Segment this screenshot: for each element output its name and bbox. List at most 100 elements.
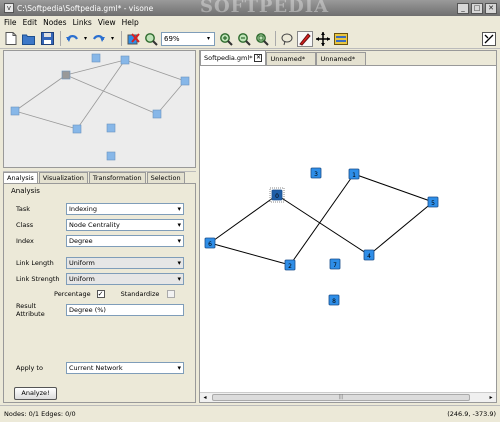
open-folder-icon[interactable] xyxy=(21,31,37,47)
tab-transformation[interactable]: Transformation xyxy=(88,172,146,183)
link-length-value: Uniform xyxy=(69,259,95,267)
close-icon[interactable]: ✕ xyxy=(254,54,263,62)
toolbar: ▾ ▾ 69% ▾ xyxy=(0,29,500,49)
status-coordinates: (246.9, -373.9) xyxy=(447,410,496,418)
scroll-left-icon[interactable]: ◂ xyxy=(200,393,210,402)
link-length-select[interactable]: Uniform ▾ xyxy=(66,257,184,269)
link-strength-select[interactable]: Uniform ▾ xyxy=(66,273,184,285)
node-label: 2 xyxy=(288,263,292,270)
graph-node-4[interactable]: 4 xyxy=(363,249,375,261)
edge xyxy=(276,194,370,256)
zoom-fit-icon[interactable] xyxy=(254,31,270,47)
class-select[interactable]: Node Centrality ▾ xyxy=(66,219,184,231)
chevron-down-icon: ▾ xyxy=(206,34,210,42)
link-strength-value: Uniform xyxy=(69,275,95,283)
graph-editor: Softpedia.gml* ✕ Unnamed* Unnamed* 0 1 2 xyxy=(199,50,497,403)
chevron-down-icon[interactable]: ▾ xyxy=(82,31,89,47)
layout-icon[interactable] xyxy=(481,31,497,47)
analysis-tabs: Analysis Visualization Transformation Se… xyxy=(3,172,186,184)
chevron-down-icon: ▾ xyxy=(177,237,181,245)
redo-icon[interactable] xyxy=(91,31,107,47)
doc-tab-unnamed[interactable]: Unnamed* xyxy=(266,52,317,65)
search-icon[interactable] xyxy=(143,31,159,47)
undo-icon[interactable] xyxy=(64,31,80,47)
pencil-icon[interactable] xyxy=(297,30,313,47)
menu-view[interactable]: View xyxy=(98,18,116,27)
horizontal-scrollbar[interactable]: ◂ ||| ▸ xyxy=(200,392,496,402)
zoom-in-icon[interactable] xyxy=(218,31,234,47)
percentage-checkbox[interactable]: ✓ xyxy=(96,290,105,298)
analysis-panel: Analysis Task Indexing ▾ Class Node Cent… xyxy=(3,183,196,403)
zoom-out-icon[interactable] xyxy=(236,31,252,47)
graph-node-8[interactable]: 8 xyxy=(328,294,340,306)
lasso-icon[interactable] xyxy=(279,31,295,47)
graph-overview[interactable] xyxy=(3,50,196,168)
chevron-down-icon: ▾ xyxy=(177,275,181,283)
standardize-label: Standardize xyxy=(120,290,160,298)
zoom-value: 69% xyxy=(164,34,180,43)
graph-node-5[interactable]: 5 xyxy=(427,196,439,208)
class-value: Node Centrality xyxy=(69,221,120,229)
separator xyxy=(60,31,61,46)
close-button[interactable]: ✕ xyxy=(485,2,497,14)
status-selection: Nodes: 0/1 Edges: 0/0 xyxy=(4,410,76,418)
title-bar: v C:\Softpedia\Softpedia.gml* - visone S… xyxy=(0,0,500,17)
new-file-icon[interactable] xyxy=(3,31,19,47)
node-label: 4 xyxy=(367,253,371,260)
standardize-checkbox[interactable] xyxy=(167,290,176,298)
menu-edit[interactable]: Edit xyxy=(23,18,38,27)
analyze-button[interactable]: Analyze! xyxy=(14,387,57,400)
graph-node-6[interactable]: 6 xyxy=(204,237,216,249)
maximize-button[interactable]: □ xyxy=(471,2,483,14)
tab-visualization[interactable]: Visualization xyxy=(38,172,88,183)
chevron-down-icon[interactable]: ▾ xyxy=(109,31,116,47)
task-select[interactable]: Indexing ▾ xyxy=(66,203,184,215)
overview-node xyxy=(180,76,190,86)
edge xyxy=(209,242,291,266)
node-label: 5 xyxy=(431,200,435,207)
status-bar: Nodes: 0/1 Edges: 0/0 (246.9, -373.9) xyxy=(0,405,500,422)
zoom-select[interactable]: 69% ▾ xyxy=(161,31,215,46)
menu-links[interactable]: Links xyxy=(73,18,92,27)
graph-node-3[interactable]: 3 xyxy=(310,167,322,179)
scrollbar-thumb[interactable]: ||| xyxy=(212,394,470,401)
separator xyxy=(275,31,276,46)
network-graph: 0 1 2 3 4 5 6 7 8 xyxy=(204,167,439,306)
edge xyxy=(289,173,355,266)
overview-node xyxy=(72,124,82,134)
analysis-group-label: Analysis xyxy=(11,187,40,195)
menu-help[interactable]: Help xyxy=(122,18,139,27)
menu-nodes[interactable]: Nodes xyxy=(43,18,66,27)
scroll-right-icon[interactable]: ▸ xyxy=(486,393,496,402)
result-attribute-field[interactable]: Degree (%) xyxy=(66,304,184,316)
graph-node-2[interactable]: 2 xyxy=(284,259,296,271)
menu-file[interactable]: File xyxy=(4,18,17,27)
graph-node-7[interactable]: 7 xyxy=(329,258,341,270)
document-tabs: Softpedia.gml* ✕ Unnamed* Unnamed* xyxy=(200,50,496,66)
overview-node-selected xyxy=(61,70,71,80)
menu-bar: File Edit Nodes Links View Help xyxy=(0,16,500,28)
save-disk-icon[interactable] xyxy=(39,31,55,47)
percentage-label: Percentage xyxy=(54,290,91,298)
graph-node-0[interactable]: 0 xyxy=(271,189,283,201)
doc-tab-label: Unnamed* xyxy=(320,55,356,63)
link-length-label: Link Length xyxy=(16,259,54,267)
graph-node-1[interactable]: 1 xyxy=(348,168,360,180)
doc-tab-unnamed[interactable]: Unnamed* xyxy=(316,52,367,65)
separator xyxy=(121,31,122,46)
class-label: Class xyxy=(16,221,34,229)
graph-canvas[interactable]: 0 1 2 3 4 5 6 7 8 xyxy=(200,66,496,392)
task-value: Indexing xyxy=(69,205,97,213)
apply-to-select[interactable]: Current Network ▾ xyxy=(66,362,184,374)
edge xyxy=(209,194,278,244)
overview-node xyxy=(120,55,130,65)
panel-icon[interactable] xyxy=(333,31,349,47)
index-select[interactable]: Degree ▾ xyxy=(66,235,184,247)
delete-node-icon[interactable] xyxy=(125,31,141,47)
tab-selection[interactable]: Selection xyxy=(146,172,185,183)
doc-tab-softpedia[interactable]: Softpedia.gml* ✕ xyxy=(200,50,267,65)
move-arrows-icon[interactable] xyxy=(315,31,331,47)
minimize-button[interactable]: _ xyxy=(457,2,469,14)
chevron-down-icon: ▾ xyxy=(177,221,181,229)
link-strength-label: Link Strength xyxy=(16,275,60,283)
